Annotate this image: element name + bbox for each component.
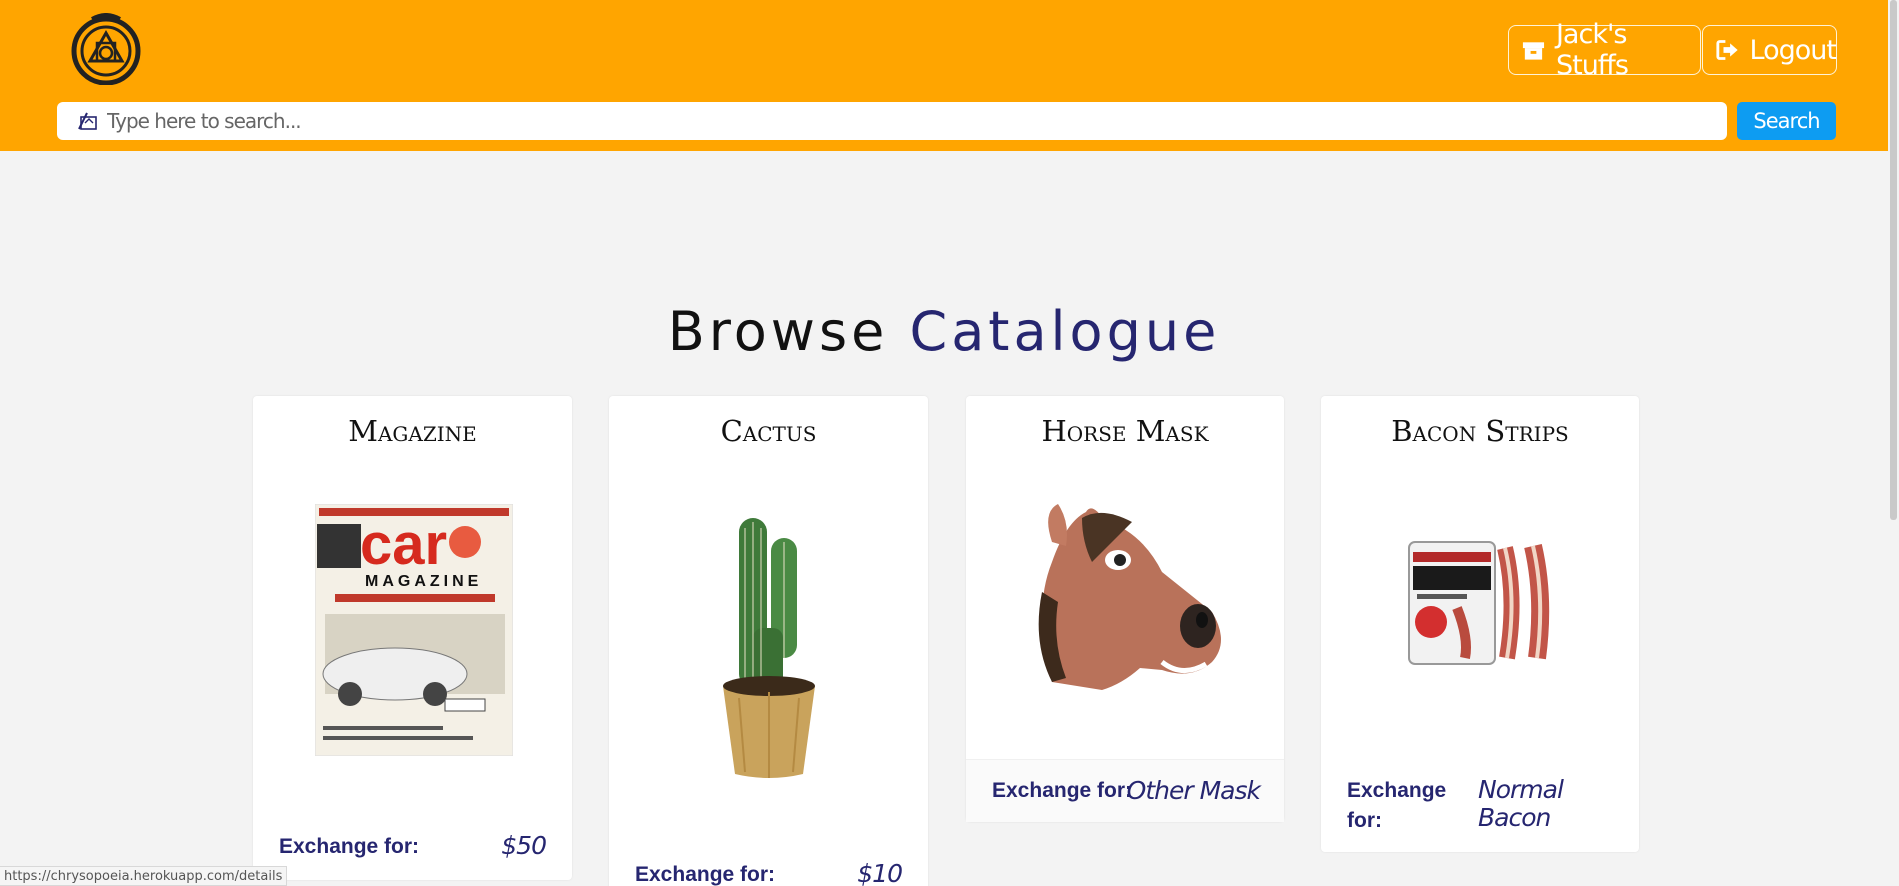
catalogue-card-cactus[interactable]: Cactus Exchange for: $10 [609,396,928,886]
my-stuffs-label: Jack's Stuffs [1555,19,1629,81]
search-bar [57,102,1727,140]
catalogue-card-magazine[interactable]: Magazine car MAGAZINE Exchange for: $50 [253,396,572,880]
logout-label: Logout [1749,34,1837,66]
page-title-catalogue: Catalogue [909,300,1221,363]
archive-box-icon [1522,42,1545,60]
scrollbar-thumb[interactable] [1890,0,1897,520]
sign-out-icon [1716,40,1738,60]
page: Jack's Stuffs Logout Search Browse Catal… [0,0,1899,886]
exchange-value: Other Mask [1126,776,1261,805]
card-title: Bacon Strips [1391,414,1569,448]
horse-mask-image [1038,504,1221,690]
cactus-image [723,518,815,778]
scrollbar[interactable] [1888,0,1899,886]
page-title-browse: Browse [667,300,889,363]
search-button[interactable]: Search [1737,102,1836,140]
exchange-value: $10 [857,859,903,886]
status-bar-url: https://chrysopoeia.herokuapp.com/detail… [0,866,288,886]
top-navbar: Jack's Stuffs Logout Search [0,0,1899,151]
bacon-bandages-image [1408,541,1550,665]
exchange-value: Normal Bacon [1478,775,1564,832]
search-input[interactable] [107,102,1707,140]
search-hint-icon [78,112,97,130]
card-title: Cactus [720,414,817,448]
card-title: Magazine [348,414,477,448]
exchange-label: Exchange for: [1347,779,1447,832]
svg-text:MAGAZINE: MAGAZINE [365,573,482,590]
logo-icon[interactable] [70,13,142,85]
catalogue-card-horse-mask[interactable]: Horse Mask Exchange for: Other Mask [966,396,1284,822]
exchange-label: Exchange for: [992,779,1133,802]
card-title: Horse Mask [1041,414,1209,448]
exchange-value: $50 [501,831,547,860]
svg-text:car: car [360,512,447,577]
catalogue-card-bacon-strips[interactable]: Bacon Strips Exchange for: Normal Bacon [1321,396,1639,852]
page-title: Browse Catalogue [0,300,1888,363]
logout-button[interactable]: Logout [1702,25,1837,75]
car-magazine-image: car MAGAZINE [315,504,513,756]
my-stuffs-button[interactable]: Jack's Stuffs [1508,19,1701,81]
exchange-label: Exchange for: [635,863,776,886]
exchange-label: Exchange for: [279,835,420,858]
